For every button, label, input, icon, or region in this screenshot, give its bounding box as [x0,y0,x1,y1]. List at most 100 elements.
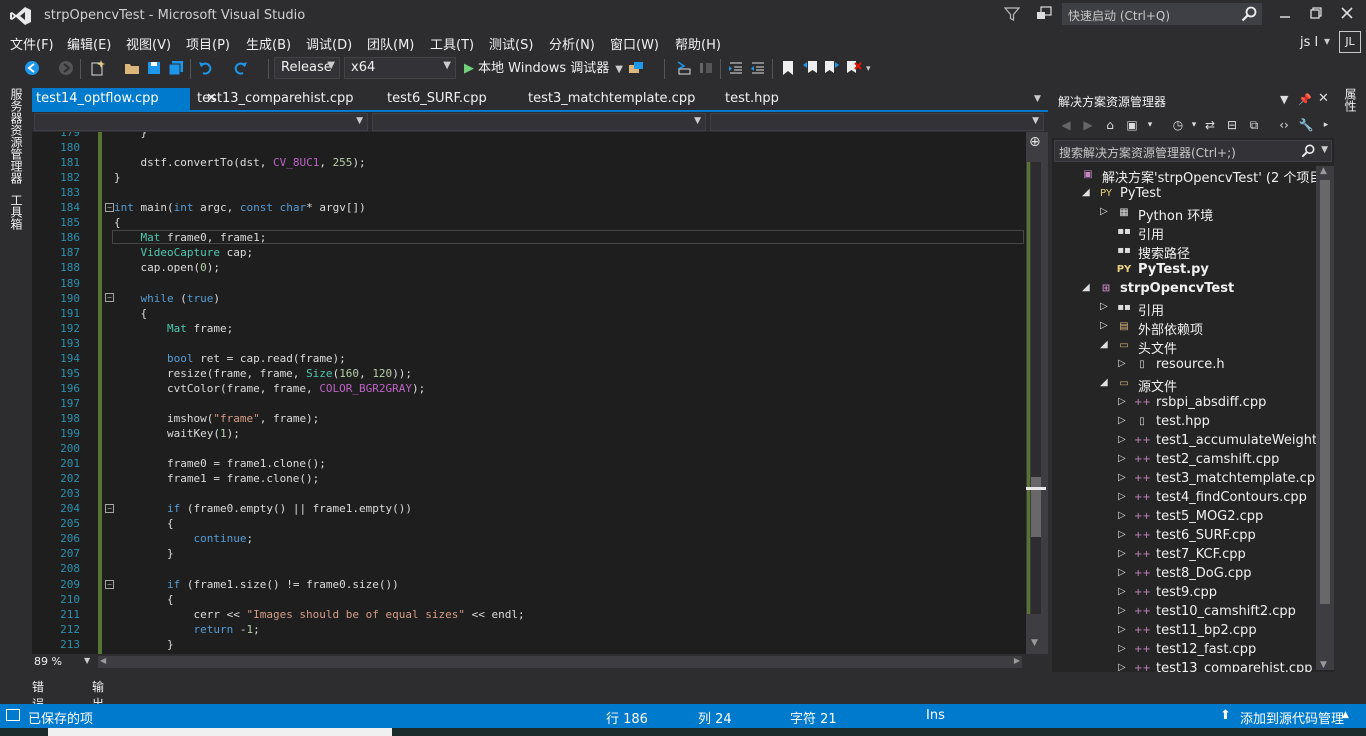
code-line[interactable]: 202 frame1 = frame.clone(); [32,471,1026,486]
code-line[interactable]: 188 cap.open(0); [32,260,1026,275]
status-char[interactable]: 字符 21 [790,708,837,727]
expand-arrow-icon[interactable]: ▷ [1118,358,1128,369]
code-line[interactable]: 206 continue; [32,531,1026,546]
menu-help[interactable]: 帮助(H) [675,34,721,53]
collapse-toggle-icon[interactable]: − [105,504,114,513]
collapse-toggle-icon[interactable]: − [105,580,114,589]
save-all-icon[interactable] [168,60,184,76]
platform-select[interactable]: x64 ▼ [344,57,456,79]
filter-icon[interactable] [1004,6,1020,22]
split-window-icon[interactable]: ⊕ [1029,134,1041,150]
code-line[interactable]: 190 while (true) [32,291,1026,306]
save-icon[interactable] [146,60,162,76]
code-line[interactable]: 187 VideoCapture cap; [32,245,1026,260]
close-icon[interactable]: ✕ [1318,91,1329,106]
next-bookmark-icon[interactable] [824,60,840,76]
upload-icon[interactable]: ⬆ [1220,708,1231,723]
code-line[interactable]: 207 } [32,546,1026,561]
undo-icon[interactable] [198,60,214,76]
quick-launch-input[interactable]: 快速启动 (Ctrl+Q) [1062,3,1262,25]
feedback-icon[interactable] [1036,6,1054,22]
restore-icon[interactable] [1309,6,1323,20]
toolbar-options-icon[interactable]: ▾ [866,64,882,80]
collapse-all-icon[interactable]: ⊟ [1224,117,1240,133]
menu-edit[interactable]: 编辑(E) [67,34,111,53]
code-line[interactable]: 208 [32,561,1026,576]
expand-arrow-icon[interactable]: ▷ [1100,301,1110,312]
expand-arrow-icon[interactable]: ▷ [1118,548,1128,559]
code-editor[interactable]: 179 } 180 181 dstf.convertTo(dst, CV_8UC1,… [32,132,1026,654]
code-line[interactable]: 201 frame0 = frame1.clone(); [32,456,1026,471]
code-line[interactable]: 203 [32,486,1026,501]
code-line[interactable]: 200 [32,441,1026,456]
show-all-files-icon[interactable]: ⧉ [1246,117,1262,133]
tab-test-hpp[interactable]: test.hpp [721,88,783,112]
sync-icon[interactable]: ⇄ [1202,117,1218,133]
solution-search-input[interactable]: 搜索解决方案资源管理器(Ctrl+;) ▼ [1054,140,1332,162]
scroll-right-icon[interactable]: ▶ [1014,656,1020,665]
collapse-arrow-icon[interactable]: ◢ [1100,377,1110,388]
toolbox-tab[interactable]: 工具箱 [8,194,25,230]
user-name[interactable]: js l [1300,35,1318,50]
search-icon[interactable] [1241,6,1257,22]
expand-arrow-icon[interactable]: ▷ [1118,529,1128,540]
expand-arrow-icon[interactable]: ▷ [1118,624,1128,635]
menu-project[interactable]: 项目(P) [186,34,230,53]
editor-vertical-scrollbar[interactable] [1026,132,1048,654]
step-over-icon[interactable] [698,60,714,76]
member-scope-select[interactable]: ▼ [710,113,1044,131]
tab-test6-surf[interactable]: test6_SURF.cpp [383,88,491,112]
menu-debug[interactable]: 调试(D) [306,34,352,53]
pin-icon[interactable]: 📌 [1298,93,1312,106]
code-line[interactable]: 191 { [32,306,1026,321]
step-into-icon[interactable] [676,60,692,76]
code-line[interactable]: 180 [32,140,1026,155]
code-line[interactable]: 196 cvtColor(frame, frame, COLOR_BGR2GRA… [32,381,1026,396]
forward-icon[interactable] [58,60,74,76]
expand-arrow-icon[interactable]: ▷ [1118,491,1128,502]
configuration-select[interactable]: Release ▼ [274,57,340,79]
chevron-up-icon[interactable]: ▲ [1342,710,1349,720]
close-icon[interactable] [1340,6,1354,20]
expand-arrow-icon[interactable]: ▷ [1118,586,1128,597]
chevron-down-icon[interactable]: ▾ [1186,117,1202,133]
clear-bookmarks-icon[interactable] [846,60,862,76]
code-line[interactable]: 192 Mat frame; [32,321,1026,336]
collapse-arrow-icon[interactable]: ◢ [1082,282,1092,293]
code-line[interactable]: 182} [32,170,1026,185]
bookmark-icon[interactable] [780,60,796,76]
tab-test14-optflow[interactable]: test14_optflow.cpp [32,88,190,112]
collapse-arrow-icon[interactable]: ◢ [1082,187,1092,198]
chevron-down-icon[interactable]: ▼ [1280,93,1288,106]
forward-icon[interactable]: ▶ [1080,117,1096,133]
pending-changes-icon[interactable]: ◷ [1170,117,1186,133]
code-line[interactable]: 194 bool ret = cap.read(frame); [32,351,1026,366]
chevron-down-icon[interactable]: ▾ [1324,34,1330,48]
collapse-toggle-icon[interactable]: − [105,203,114,212]
chevron-down-icon[interactable]: ▼ [84,656,90,665]
zoom-level[interactable]: 89 % [34,655,62,668]
expand-arrow-icon[interactable]: ▷ [1118,472,1128,483]
menu-view[interactable]: 视图(V) [126,34,171,53]
more-icon[interactable]: ▸ [1318,117,1334,133]
menu-tools[interactable]: 工具(T) [430,34,474,53]
code-line[interactable]: 212 return -1; [32,622,1026,637]
code-line[interactable]: 204 if (frame0.empty() || frame1.empty()… [32,501,1026,516]
add-to-source-control[interactable]: 添加到源代码管理 [1240,708,1344,727]
view-code-icon[interactable]: ‹› [1276,117,1292,133]
code-line[interactable]: 195 resize(frame, frame, Size(160, 120))… [32,366,1026,381]
collapse-toggle-icon[interactable]: − [105,293,114,302]
collapse-arrow-icon[interactable]: ◢ [1100,339,1110,350]
expand-arrow-icon[interactable]: ▷ [1118,396,1128,407]
scrollbar-thumb[interactable] [1320,180,1330,604]
scroll-up-icon[interactable]: ▲ [1320,166,1327,176]
menu-test[interactable]: 测试(S) [489,34,533,53]
avatar[interactable]: JL [1339,31,1361,53]
code-line[interactable]: 199 waitKey(1); [32,426,1026,441]
expand-arrow-icon[interactable]: ▷ [1118,605,1128,616]
expand-arrow-icon[interactable]: ▷ [1118,662,1128,672]
tab-overflow-icon[interactable]: ▼ [1034,94,1041,104]
menu-window[interactable]: 窗口(W) [610,34,659,53]
status-column[interactable]: 列 24 [698,708,732,727]
search-icon[interactable] [1301,144,1315,158]
